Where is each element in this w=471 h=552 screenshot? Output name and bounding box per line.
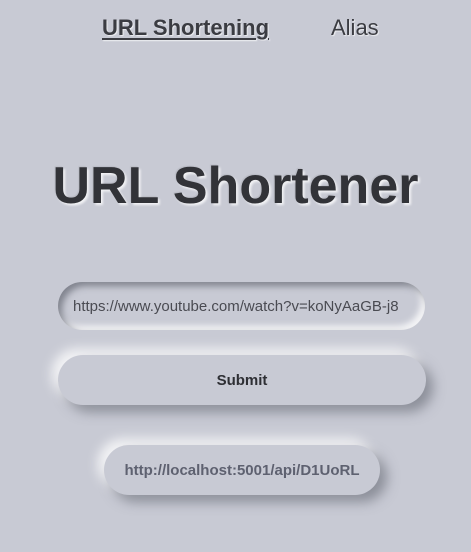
top-nav: URL Shortening Alias: [0, 14, 471, 44]
url-shortener-page: URL Shortening Alias URL Shortener Submi…: [0, 0, 471, 552]
nav-link-alias[interactable]: Alias: [331, 14, 379, 42]
page-title: URL Shortener: [52, 157, 419, 215]
result-container: http://localhost:5001/api/D1UoRL: [104, 445, 380, 495]
submit-button[interactable]: Submit: [58, 355, 426, 405]
nav-link-url-shortening[interactable]: URL Shortening: [102, 14, 269, 42]
short-url-link[interactable]: http://localhost:5001/api/D1UoRL: [124, 462, 359, 479]
url-input[interactable]: [58, 282, 425, 330]
